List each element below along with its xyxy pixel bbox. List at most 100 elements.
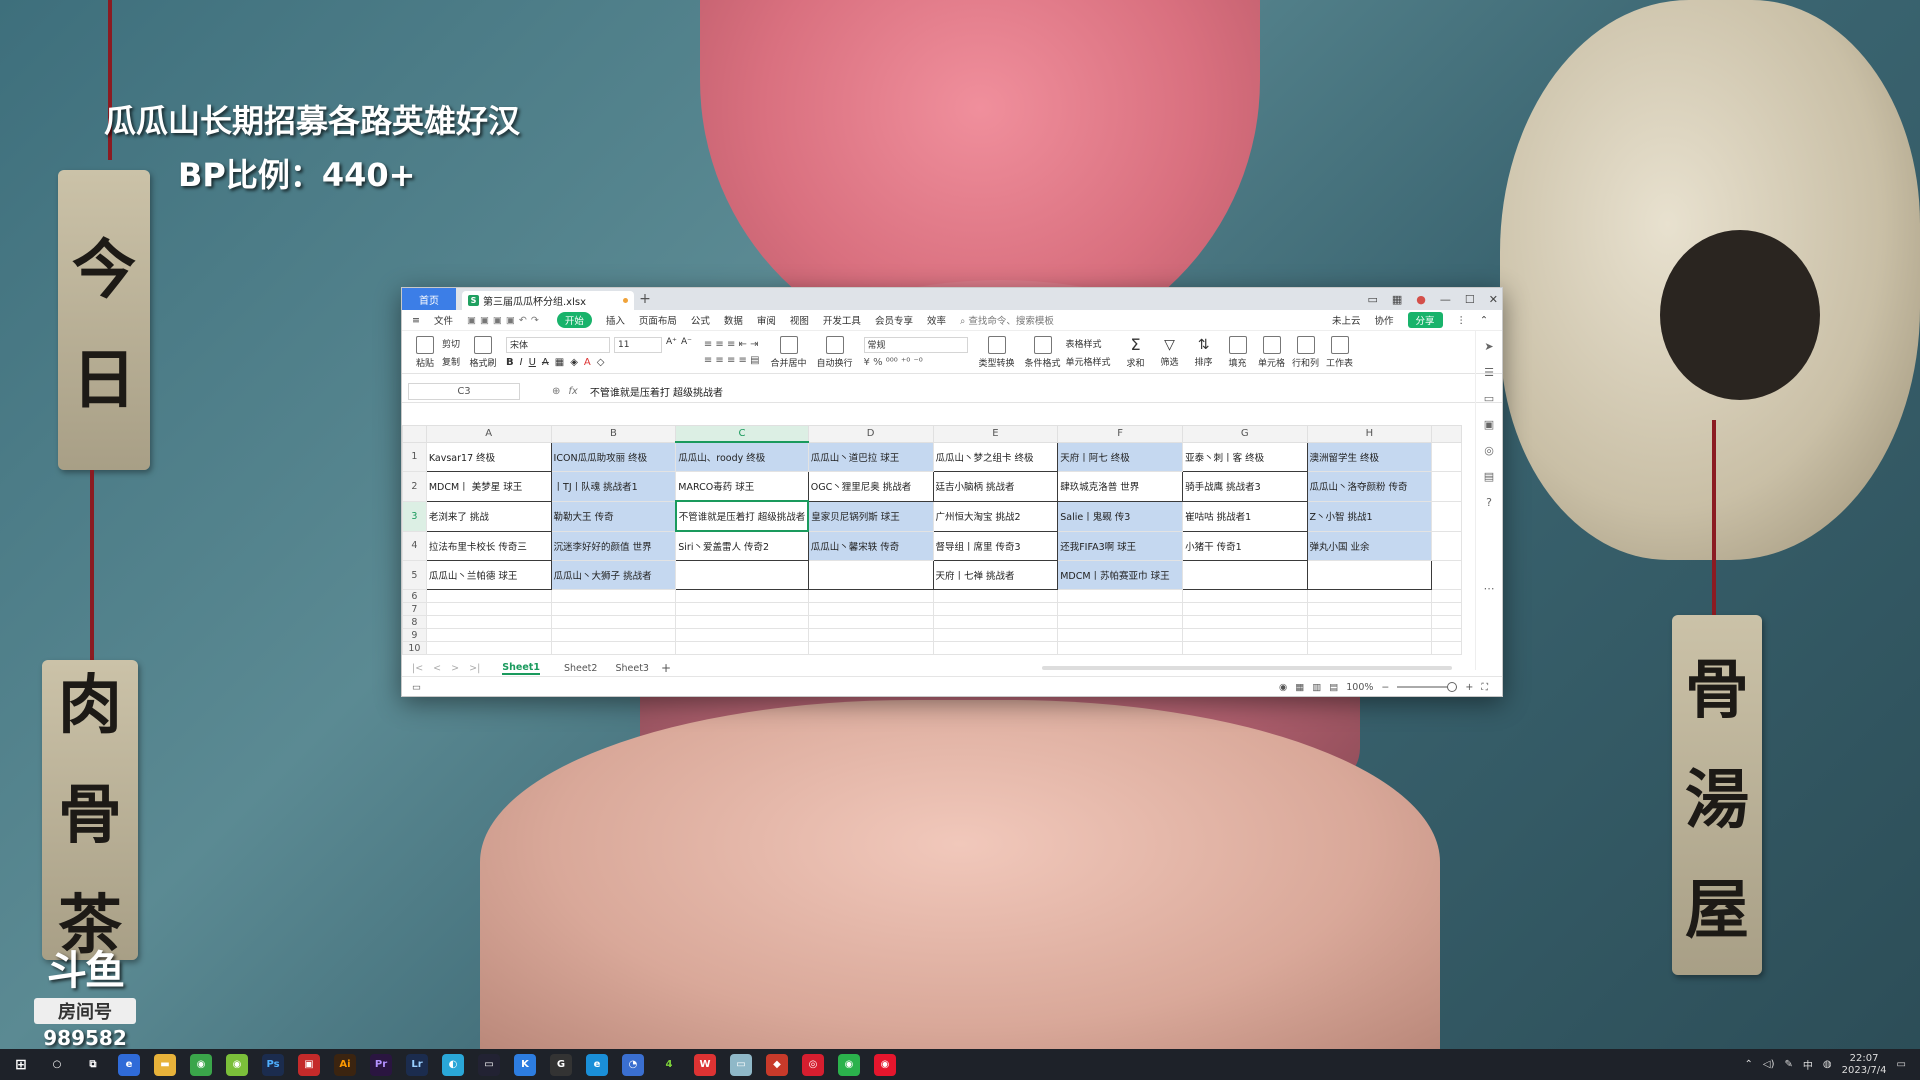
fill-color-icon[interactable]: ◈	[570, 357, 578, 368]
select-all-corner[interactable]	[402, 425, 427, 443]
collab-button[interactable]: 协作	[1375, 313, 1394, 327]
cell[interactable]: 肆玖城克洛普 世界	[1057, 471, 1184, 502]
cell[interactable]: Z丶小智 挑战1	[1306, 500, 1433, 532]
font-color-icon[interactable]: A	[584, 357, 591, 368]
row-header[interactable]: 3	[402, 500, 427, 532]
maximize-button[interactable]: ☐	[1465, 293, 1475, 306]
column-header[interactable]: D	[807, 425, 934, 443]
app-icon-g[interactable]: G	[550, 1053, 572, 1076]
app-icon-globe[interactable]: ◔	[622, 1053, 644, 1076]
cell[interactable]: 弹丸小国 业余	[1306, 530, 1433, 561]
menu-file[interactable]: 文件	[434, 313, 453, 327]
wrap-button[interactable]: 自动换行	[812, 335, 858, 369]
cell[interactable]: 天府丨七禅 挑战者	[932, 560, 1059, 590]
column-header[interactable]: H	[1306, 425, 1433, 443]
add-sheet-button[interactable]: +	[661, 661, 671, 675]
cell-style-button[interactable]: 单元格样式	[1066, 355, 1111, 368]
share-button[interactable]: 分享	[1407, 312, 1443, 328]
zoom-formula-icon[interactable]: ⊕	[552, 386, 560, 397]
column-header[interactable]: E	[932, 425, 1059, 443]
cell[interactable]: OGC丶狸里尼奥 挑战者	[807, 471, 934, 502]
clipboard-icon[interactable]: ▭	[1484, 392, 1494, 405]
border-icon[interactable]: ▦	[555, 357, 564, 368]
app-icon-browser[interactable]: e	[118, 1053, 140, 1076]
cell[interactable]: 瓜瓜山丶兰帕德 球王	[425, 560, 552, 590]
edge-icon[interactable]: e	[586, 1053, 608, 1076]
image-icon[interactable]: ▣	[1484, 418, 1494, 431]
cell[interactable]: 骑手战鹰 挑战者3	[1182, 471, 1308, 502]
worksheet-button[interactable]: 工作表	[1323, 335, 1357, 369]
app-icon-folder[interactable]: ▭	[730, 1053, 752, 1076]
column-header[interactable]: C	[675, 425, 809, 443]
align-vertical-icons[interactable]: ≡ ≡ ≡ ⇤ ⇥	[704, 339, 760, 350]
underline-icon[interactable]: U	[529, 357, 536, 368]
cell[interactable]: 广州恒大淘宝 挑战2	[932, 500, 1059, 532]
quick-toolbar-icons[interactable]: ▣▣▣▣↶↷	[467, 315, 543, 326]
sheet-tab-1[interactable]: Sheet1	[502, 662, 540, 675]
cell[interactable]: 勒勒大王 传奇	[550, 500, 677, 532]
row-header[interactable]: 1	[402, 441, 427, 472]
cell[interactable]: 瓜瓜山丶洛夺颜粉 传奇	[1306, 471, 1433, 502]
cell[interactable]	[1431, 500, 1462, 532]
app-icon-green[interactable]: ◉	[190, 1053, 212, 1076]
volume-icon[interactable]: ◁)	[1763, 1059, 1775, 1070]
location-icon[interactable]: ◎	[1484, 444, 1494, 457]
fill-button[interactable]: 填充	[1221, 335, 1255, 369]
cell[interactable]: MARCO毒药 球王	[675, 471, 809, 502]
apps-icon[interactable]: ▦	[1392, 293, 1402, 306]
minimize-button[interactable]: —	[1440, 293, 1451, 306]
font-size-select[interactable]: 11	[614, 336, 663, 353]
row-header[interactable]: 2	[402, 471, 427, 502]
cell[interactable]: 瓜瓜山丶梦之组卡 终极	[932, 441, 1059, 472]
hamburger-icon[interactable]: ≡	[412, 315, 420, 326]
table-style-button[interactable]: 表格样式	[1066, 337, 1111, 350]
number-format-icons[interactable]: ¥ % ⁰⁰⁰ ⁺⁰ ⁻⁰	[864, 357, 968, 368]
row-header[interactable]: 10	[402, 641, 427, 655]
filter-button[interactable]: ▽ 筛选	[1153, 337, 1187, 368]
align-horizontal-icons[interactable]: ≡ ≡ ≡ ≡ ▤	[704, 355, 760, 366]
cell[interactable]	[1431, 441, 1462, 472]
cell[interactable]: 亚泰丶刺丨客 终极	[1182, 441, 1308, 472]
column-header[interactable]: G	[1182, 425, 1308, 443]
cell[interactable]: 瓜瓜山、roody 终极	[675, 441, 809, 472]
photoshop-icon[interactable]: Ps	[262, 1053, 284, 1076]
cell[interactable]	[675, 560, 809, 590]
search-input[interactable]: ⌕ 查找命令、搜索模板	[960, 313, 1054, 327]
notification-icon[interactable]: ▭	[1897, 1059, 1906, 1070]
new-tab-button[interactable]: +	[634, 288, 656, 310]
app-icon-lime[interactable]: ◉	[226, 1053, 248, 1076]
cell[interactable]: 丨TJ丨队魂 挑战者1	[550, 471, 677, 502]
menu-formulas[interactable]: 公式	[691, 313, 710, 327]
normal-view-icon[interactable]: ▦	[1295, 682, 1304, 693]
formula-input[interactable]: 不管谁就是压着打 超级挑战者	[590, 384, 723, 399]
prev-sheet-icon[interactable]: <	[433, 663, 441, 674]
cell[interactable]: 小猪干 传奇1	[1182, 530, 1308, 561]
zoom-out-button[interactable]: −	[1381, 682, 1389, 693]
paste-button[interactable]: 粘贴	[408, 335, 442, 369]
menu-developer[interactable]: 开发工具	[823, 313, 861, 327]
chevron-up-icon[interactable]: ⌃	[1745, 1059, 1753, 1070]
shrink-font-icon[interactable]: A⁻	[681, 337, 692, 353]
cell[interactable]	[807, 560, 934, 590]
column-header[interactable]: A	[425, 425, 552, 443]
cell[interactable]: 皇家贝尼锅列斯 球王	[807, 500, 934, 532]
cell[interactable]: MDCM丨苏帕赛亚巾 球王	[1057, 560, 1184, 590]
menu-insert[interactable]: 插入	[606, 313, 625, 327]
cut-button[interactable]: 剪切	[442, 337, 460, 350]
format-painter-button[interactable]: 格式刷	[466, 335, 500, 369]
active-cell[interactable]: 不管谁就是压着打 超级挑战者	[674, 500, 810, 532]
cell[interactable]: 督导组丨席里 传奇3	[932, 530, 1059, 561]
file-explorer-icon[interactable]: ▬	[154, 1053, 176, 1076]
grow-font-icon[interactable]: A⁺	[666, 337, 677, 353]
cell[interactable]: 瓜瓜山丶道巴拉 球王	[807, 441, 934, 472]
cell[interactable]: Siri丶爱盖雷人 传奇2	[675, 530, 809, 561]
properties-icon[interactable]: ☰	[1484, 366, 1494, 379]
cell[interactable]: Kavsar17 终极	[425, 441, 552, 472]
type-convert-button[interactable]: 类型转换	[974, 335, 1020, 369]
cell[interactable]: 还我FIFA3啊 球王	[1057, 530, 1184, 561]
cell[interactable]	[1182, 560, 1308, 590]
lightroom-icon[interactable]: Lr	[406, 1053, 428, 1076]
cell[interactable]: 沉迷李好好的颜值 世界	[550, 530, 677, 561]
pen-icon[interactable]: ✎	[1785, 1059, 1793, 1070]
cell[interactable]	[1431, 471, 1462, 502]
